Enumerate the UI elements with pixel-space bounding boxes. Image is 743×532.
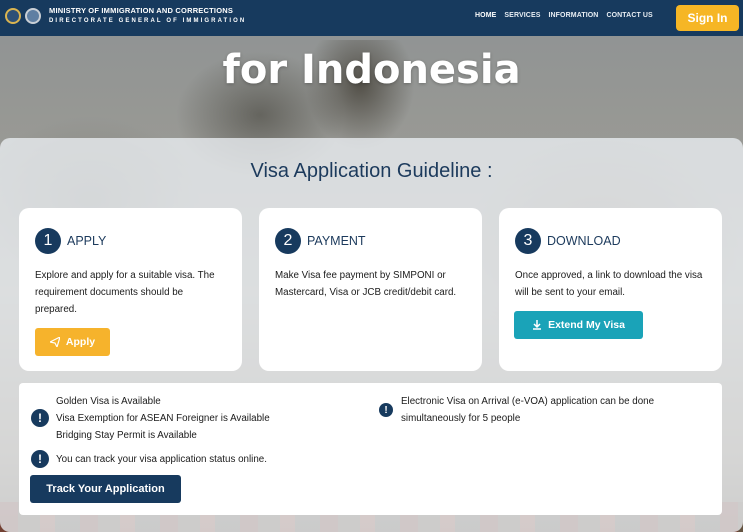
extend-my-visa-button[interactable]: Extend My Visa	[514, 311, 643, 339]
step-card-payment: 2 PAYMENT Make Visa fee payment by SIMPO…	[259, 208, 482, 371]
nav-home[interactable]: HOME	[475, 12, 496, 19]
step-number: 1	[35, 228, 61, 254]
step-description: Once approved, a link to download the vi…	[515, 270, 703, 298]
main-nav: HOME SERVICES INFORMATION CONTACT US	[475, 12, 653, 19]
notice-evoa-line1: Electronic Visa on Arrival (e-VOA) appli…	[401, 396, 655, 407]
ministry-name: MINISTRY OF IMMIGRATION AND CORRECTIONS	[49, 6, 234, 15]
guideline-title: Visa Application Guideline :	[250, 160, 493, 182]
hero-title: for Indonesia	[222, 47, 521, 93]
step-title: APPLY	[67, 234, 107, 248]
notice-asean-exemption: Visa Exemption for ASEAN Foreigner is Av…	[56, 413, 270, 424]
step-description: Make Visa fee payment by SIMPONI or Mast…	[275, 270, 457, 298]
notice-golden-visa: Golden Visa is Available	[56, 396, 161, 407]
step-description: Explore and apply for a suitable visa. T…	[35, 270, 215, 315]
alert-icon: !	[31, 450, 49, 468]
step-title: DOWNLOAD	[547, 234, 621, 248]
notice-evoa-line2: simultaneously for 5 people	[401, 413, 521, 424]
step-card-apply: 1 APPLY Explore and apply for a suitable…	[19, 208, 242, 371]
guideline-panel: Visa Application Guideline : 1 APPLY Exp…	[0, 138, 743, 532]
top-navigation-bar: MINISTRY OF IMMIGRATION AND CORRECTIONS …	[0, 0, 743, 36]
alert-icon: !	[31, 409, 49, 427]
nav-services[interactable]: SERVICES	[504, 12, 540, 19]
ministry-emblem-icon	[5, 8, 21, 24]
step-number: 3	[515, 228, 541, 254]
sign-in-button[interactable]: Sign In	[676, 5, 739, 31]
apply-button[interactable]: Apply	[35, 328, 110, 356]
paper-plane-icon	[49, 337, 60, 347]
step-card-download: 3 DOWNLOAD Once approved, a link to down…	[499, 208, 722, 371]
step-number: 2	[275, 228, 301, 254]
directorate-name: DIRECTORATE GENERAL OF IMMIGRATION	[49, 18, 247, 24]
extend-my-visa-label: Extend My Visa	[548, 319, 625, 331]
alert-icon: !	[379, 403, 393, 417]
nav-information[interactable]: INFORMATION	[548, 12, 598, 19]
notice-tracking: You can track your visa application stat…	[56, 454, 267, 465]
notice-bridging-permit: Bridging Stay Permit is Available	[56, 430, 197, 441]
immigration-emblem-icon	[25, 8, 41, 24]
step-title: PAYMENT	[307, 234, 366, 248]
nav-contact-us[interactable]: CONTACT US	[606, 12, 652, 19]
track-your-application-button[interactable]: Track Your Application	[30, 475, 181, 503]
download-icon	[533, 320, 542, 330]
apply-button-label: Apply	[65, 336, 96, 348]
notice-box: ! Golden Visa is Available Visa Exemptio…	[19, 383, 722, 515]
ministry-branding[interactable]: MINISTRY OF IMMIGRATION AND CORRECTIONS …	[49, 6, 246, 24]
